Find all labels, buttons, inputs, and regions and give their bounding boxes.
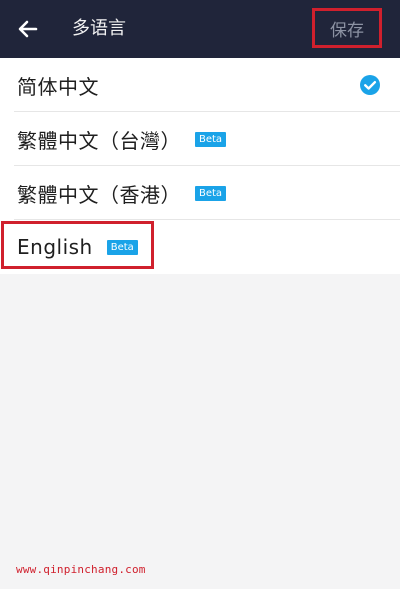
watermark-text: www.qinpinchang.com (16, 563, 146, 576)
save-button[interactable]: 保存 (312, 8, 382, 48)
language-list: 简体中文 繁體中文（台灣） Beta 繁體中文（香港） Beta English… (0, 58, 400, 274)
beta-badge: Beta (195, 185, 227, 201)
language-option-traditional-chinese-hongkong[interactable]: 繁體中文（香港） Beta (0, 166, 400, 220)
language-option-english[interactable]: English Beta (0, 220, 400, 274)
arrow-left-icon (18, 20, 38, 38)
language-option-simplified-chinese[interactable]: 简体中文 (0, 58, 400, 112)
page-title: 多语言 (72, 18, 126, 39)
language-label: 简体中文 (17, 74, 99, 99)
app-root: 多语言 保存 简体中文 繁體中文（台灣） Beta 繁體中文（香港） Beta … (0, 0, 400, 589)
beta-badge: Beta (106, 239, 138, 255)
language-option-traditional-chinese-taiwan[interactable]: 繁體中文（台灣） Beta (0, 112, 400, 166)
beta-badge: Beta (195, 131, 227, 147)
check-circle-icon (360, 75, 380, 95)
back-button[interactable] (10, 10, 46, 48)
language-label: English (17, 235, 93, 259)
top-bar: 多语言 保存 (0, 0, 400, 58)
language-label: 繁體中文（香港） (17, 182, 181, 207)
language-label: 繁體中文（台灣） (17, 128, 181, 153)
